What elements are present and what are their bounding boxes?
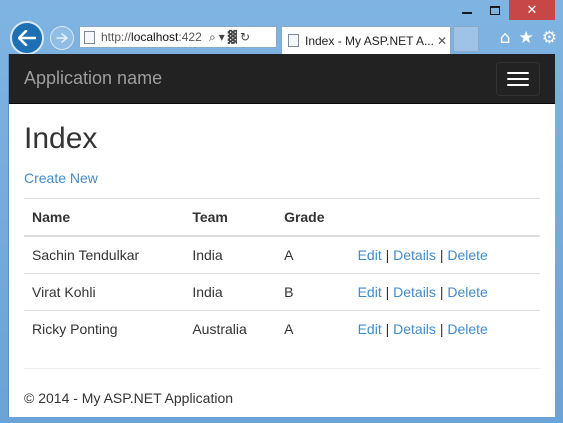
close-window-button[interactable]: ✕	[509, 0, 555, 20]
cell-grade: B	[276, 273, 350, 311]
cell-grade: A	[276, 310, 350, 348]
players-table: Name Team Grade Sachin Tendulkar India A…	[24, 198, 540, 348]
home-icon[interactable]: ⌂	[500, 28, 511, 48]
gear-icon[interactable]: ⚙	[542, 28, 557, 48]
url-host: localhost	[131, 30, 179, 44]
details-link[interactable]: Details	[393, 321, 436, 337]
footer-divider	[24, 367, 540, 369]
arrow-right-icon	[56, 33, 68, 43]
forward-button[interactable]	[50, 26, 74, 50]
main-content: Index Create New Name Team Grade Sachin …	[9, 122, 555, 406]
table-row: Sachin Tendulkar India A Edit | Details …	[24, 236, 540, 274]
footer-text: © 2014 - My ASP.NET Application	[24, 389, 234, 406]
page-icon	[288, 34, 299, 47]
refresh-icon[interactable]: ↻	[240, 30, 250, 44]
url-scheme: http://	[101, 30, 132, 44]
maximize-icon	[490, 5, 500, 15]
link-separator: |	[439, 284, 444, 300]
address-bar[interactable]: http://localhost:422 ⌕ ▾ ▓ ↻	[79, 26, 277, 48]
navbar-toggle-button[interactable]	[496, 61, 540, 96]
cell-grade: A	[284, 247, 294, 263]
edit-link[interactable]: Edit	[358, 247, 382, 263]
cell-name: Virat Kohli	[24, 273, 185, 311]
link-separator: |	[439, 321, 444, 338]
delete-link[interactable]: Delete	[447, 321, 487, 337]
address-url: http://localhost:422	[101, 30, 206, 44]
delete-link[interactable]: Delete	[447, 247, 487, 263]
cell-team: Australia	[184, 310, 277, 348]
tab-title: Index - My ASP.NET A...	[305, 33, 434, 48]
column-header-name: Name	[24, 198, 185, 237]
create-new-link[interactable]: Create New	[24, 170, 98, 186]
edit-link[interactable]: Edit	[358, 321, 382, 337]
browser-tab[interactable]: Index - My ASP.NET A... ✕	[281, 26, 451, 54]
star-icon[interactable]: ★	[519, 28, 534, 48]
minimize-button[interactable]	[453, 0, 481, 20]
minimize-icon	[462, 12, 472, 14]
tab-close-icon[interactable]: ✕	[434, 34, 450, 48]
cell-team: India	[184, 273, 277, 311]
menu-bar-icon	[507, 77, 529, 80]
close-icon: ✕	[526, 2, 538, 18]
cell-actions: Edit | Details | Delete	[349, 310, 540, 348]
page-title: Index	[24, 122, 98, 155]
menu-bar-icon	[507, 83, 529, 86]
navigation-bar: http://localhost:422 ⌕ ▾ ▓ ↻ Index - My …	[0, 20, 563, 55]
maximize-button[interactable]	[481, 0, 509, 20]
edit-link[interactable]: Edit	[358, 284, 382, 300]
link-separator: |	[439, 247, 444, 263]
column-header-grade: Grade	[276, 198, 350, 237]
table-row: Virat Kohli India B Edit | Details | Del…	[24, 273, 540, 311]
back-button[interactable]	[10, 21, 44, 55]
chevron-down-icon[interactable]: ▾	[219, 30, 225, 44]
link-separator: |	[385, 247, 390, 263]
cell-actions: Edit | Details | Delete	[350, 236, 540, 274]
details-link[interactable]: Details	[393, 247, 436, 263]
column-header-actions	[349, 198, 540, 237]
search-icon[interactable]: ⌕	[209, 30, 216, 45]
new-tab-button[interactable]	[453, 26, 479, 52]
url-port: :422	[178, 30, 202, 44]
menu-bar-icon	[507, 71, 529, 74]
link-separator: |	[385, 284, 390, 300]
cell-team: India	[192, 247, 223, 263]
page-icon	[84, 30, 95, 44]
cell-actions: Edit | Details | Delete	[349, 273, 540, 311]
details-link[interactable]: Details	[393, 284, 436, 300]
compatibility-view-icon[interactable]: ▓	[228, 30, 237, 44]
table-header-row: Name Team Grade	[24, 198, 540, 237]
column-header-team: Team	[184, 198, 277, 237]
arrow-left-icon	[18, 30, 36, 46]
table-row: Ricky Ponting Australia A Edit | Details…	[24, 310, 540, 348]
cell-name: Sachin Tendulkar	[32, 247, 140, 263]
browser-toolbar: ⌂ ★ ⚙	[500, 28, 557, 48]
link-separator: |	[385, 321, 390, 338]
browser-window: ✕ http://localhost:422 ⌕ ▾ ▓ ↻ Index - M…	[0, 0, 563, 423]
page-viewport: Application name Index Create New Name T…	[8, 54, 555, 417]
brand-link[interactable]: Application name	[24, 68, 162, 89]
site-navbar: Application name	[9, 54, 555, 104]
cell-name: Ricky Ponting	[24, 310, 185, 348]
delete-link[interactable]: Delete	[447, 284, 487, 300]
window-controls: ✕	[453, 0, 555, 20]
